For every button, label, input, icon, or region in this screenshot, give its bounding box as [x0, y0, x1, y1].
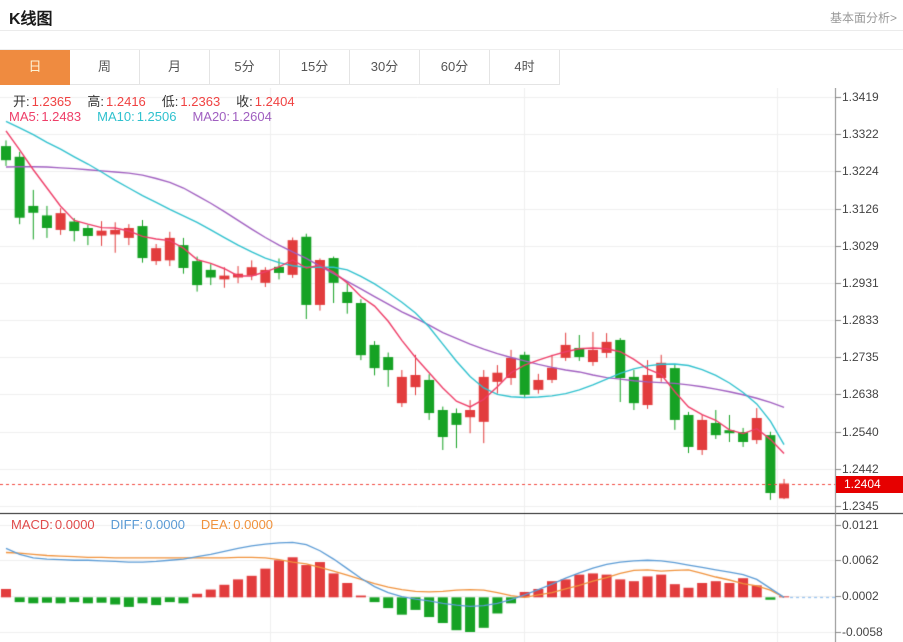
tab-m15[interactable]: 15分	[280, 50, 350, 85]
tab-h4[interactable]: 4时	[490, 50, 560, 85]
interval-tab-bar: 日周月5分15分30分60分4时	[0, 49, 903, 85]
tab-week[interactable]: 周	[70, 50, 140, 85]
tab-m5[interactable]: 5分	[210, 50, 280, 85]
tab-month[interactable]: 月	[140, 50, 210, 85]
header-bar: K线图 基本面分析>	[0, 0, 903, 31]
chart-area: 开:1.2365高:1.2416低:1.2363收:1.2404 MA5:1.2…	[0, 88, 903, 642]
kline-macd-chart-canvas[interactable]	[0, 88, 903, 642]
tab-m30[interactable]: 30分	[350, 50, 420, 85]
page-title: K线图	[9, 5, 53, 29]
tab-day[interactable]: 日	[0, 50, 70, 85]
fundamental-analysis-link[interactable]: 基本面分析>	[830, 9, 897, 26]
tab-m60[interactable]: 60分	[420, 50, 490, 85]
